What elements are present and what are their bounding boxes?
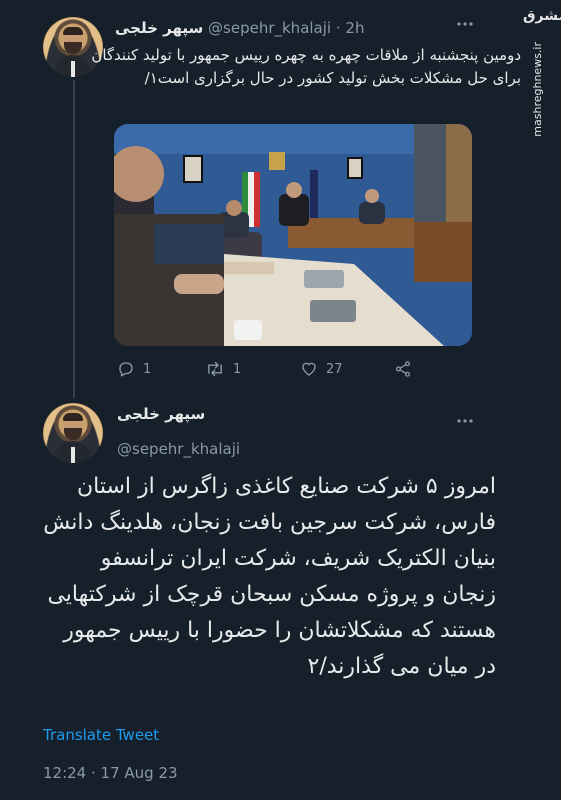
separator-dot: · xyxy=(335,19,341,37)
share-button[interactable] xyxy=(394,360,412,378)
more-dots-icon[interactable] xyxy=(456,15,474,37)
heart-icon xyxy=(300,360,318,378)
tweet-1-photo[interactable] xyxy=(114,124,472,346)
like-count: 27 xyxy=(326,361,343,377)
more-dots-icon[interactable] xyxy=(456,412,474,434)
user-handle[interactable]: @sepehr_khalaji xyxy=(208,19,331,37)
reply-button[interactable]: 1 xyxy=(117,360,151,378)
display-name[interactable]: سپهر خلجی xyxy=(115,19,203,37)
reply-count: 1 xyxy=(143,361,152,377)
reply-icon xyxy=(117,360,135,378)
display-name[interactable]: سپهر خلجی xyxy=(117,405,205,423)
retweet-count: 1 xyxy=(233,361,242,377)
share-icon xyxy=(394,360,412,378)
retweet-button[interactable]: 1 xyxy=(205,360,241,378)
post-time[interactable]: 2h xyxy=(345,19,364,37)
retweet-icon xyxy=(205,360,225,378)
tweet-1-header: سپهر خلجی @sepehr_khalaji · 2h xyxy=(115,19,364,37)
translate-tweet-link[interactable]: Translate Tweet xyxy=(43,726,159,744)
tweet-1-actions: 1 1 27 xyxy=(117,360,417,380)
tweet-1-text: دومین پنجشنبه از ملاقات چهره به چهره ریی… xyxy=(91,46,521,87)
tweet-2-text: امروز ۵ شرکت صنایع کاغذی زاگرس از استان … xyxy=(43,474,496,679)
tweet-timestamp[interactable]: 12:24 · 17 Aug 23 xyxy=(43,764,178,782)
thread-connector-line xyxy=(73,80,75,398)
tweet-1[interactable]: سپهر خلجی @sepehr_khalaji · 2h دومین پنج… xyxy=(0,0,561,398)
avatar[interactable] xyxy=(43,403,103,463)
like-button[interactable]: 27 xyxy=(300,360,343,378)
user-handle[interactable]: @sepehr_khalaji xyxy=(117,440,240,458)
